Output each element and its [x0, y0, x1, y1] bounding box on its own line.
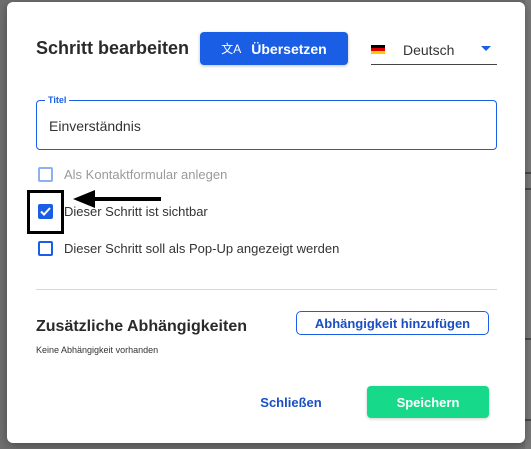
dropdown-arrow-icon: [481, 46, 491, 51]
translate-icon: 文A: [221, 42, 242, 56]
title-input[interactable]: [49, 115, 479, 137]
title-field-label: Titel: [45, 95, 70, 105]
contact-form-label: Als Kontaktformular anlegen: [64, 167, 228, 182]
popup-label: Dieser Schritt soll als Pop-Up angezeigt…: [64, 241, 340, 256]
dialog-title: Schritt bearbeiten: [36, 38, 190, 58]
edit-step-dialog: Schritt bearbeiten 文A Übersetzen Deutsch…: [7, 2, 525, 443]
dependencies-title: Zusätzliche Abhängigkeiten: [36, 318, 247, 335]
section-divider: [36, 289, 497, 290]
title-field[interactable]: Titel: [36, 95, 497, 150]
save-button[interactable]: Speichern: [367, 386, 489, 418]
annotation-arrow-icon: [73, 190, 161, 208]
background-page: [525, 0, 531, 449]
annotation-highlight-box: [27, 190, 64, 234]
germany-flag-icon: [371, 44, 385, 55]
dependencies-empty-text: Keine Abhängigkeit vorhanden: [36, 345, 159, 355]
popup-checkbox[interactable]: [38, 241, 53, 256]
close-button[interactable]: Schließen: [247, 387, 335, 417]
background-mark: [525, 419, 531, 421]
checkbox-row-popup: Dieser Schritt soll als Pop-Up angezeigt…: [38, 241, 339, 256]
checkbox-row-contact-form: Als Kontaktformular anlegen: [38, 167, 227, 182]
translate-button[interactable]: 文A Übersetzen: [200, 32, 348, 65]
background-mark: [525, 172, 531, 174]
language-selected-value: Deutsch: [403, 41, 455, 58]
background-mark: [525, 188, 531, 190]
translate-button-label: Übersetzen: [251, 40, 327, 57]
contact-form-checkbox[interactable]: [38, 167, 53, 182]
language-select[interactable]: Deutsch: [371, 35, 497, 65]
background-mark: [525, 338, 531, 340]
add-dependency-button[interactable]: Abhängigkeit hinzufügen: [296, 311, 489, 335]
